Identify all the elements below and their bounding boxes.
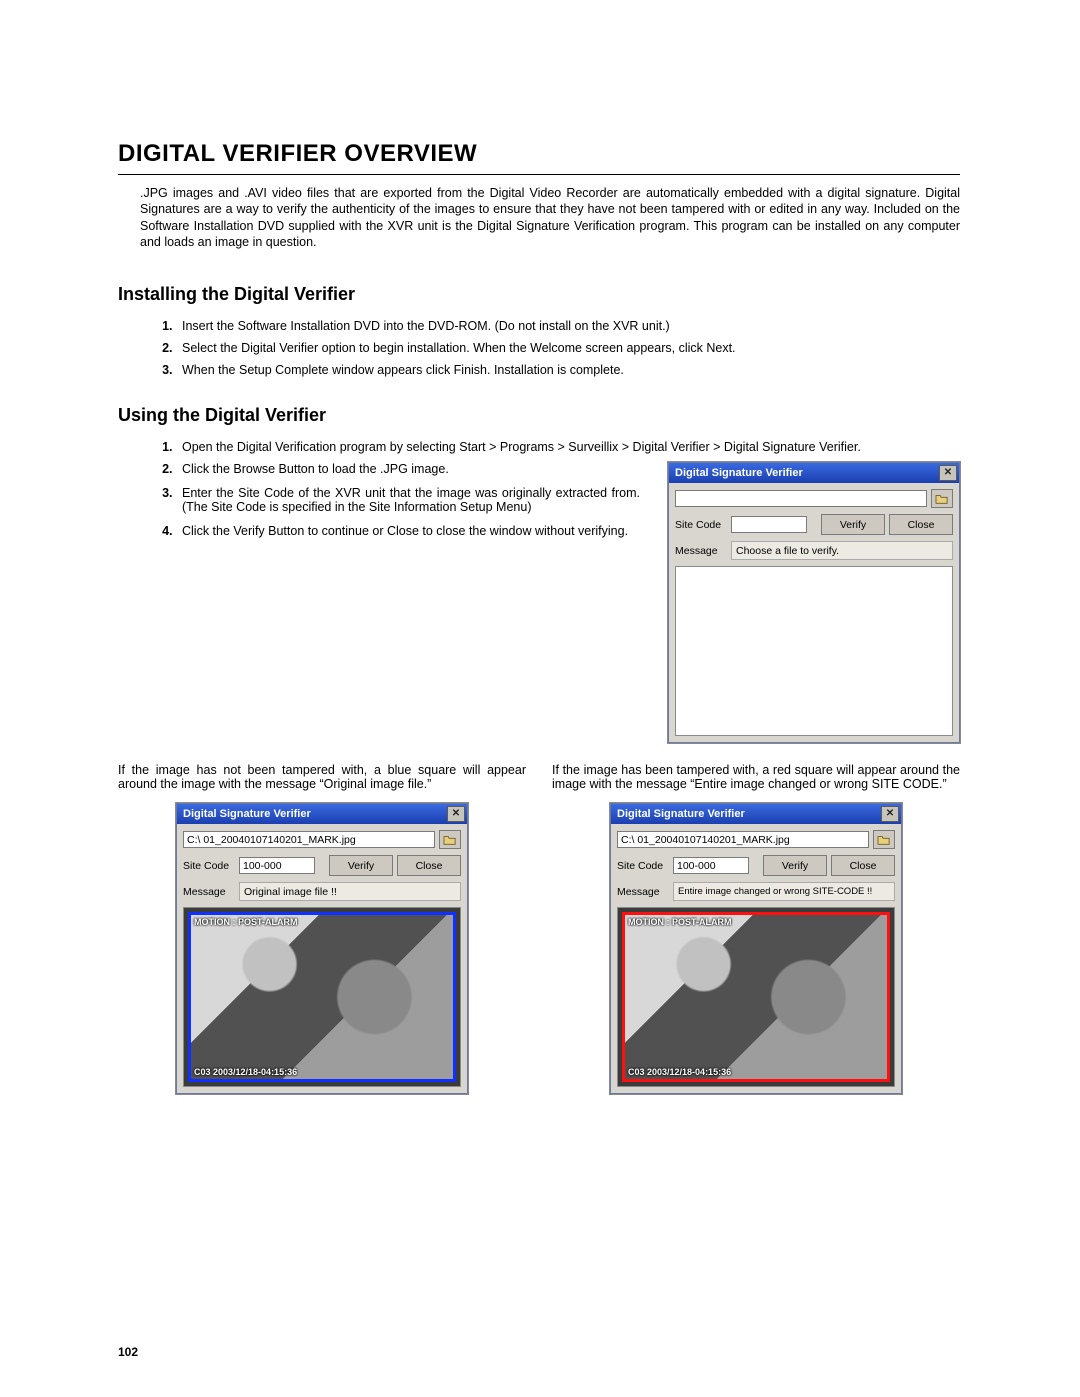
dialog-title: Digital Signature Verifier — [617, 808, 745, 820]
image-preview-tampered: MOTION : POST-ALARM C03 2003/12/18-04:15… — [617, 907, 895, 1087]
close-button[interactable]: Close — [889, 514, 953, 535]
using-steps-rest: Click the Browse Button to load the .JPG… — [118, 462, 640, 538]
page-title: DIGITAL VERIFIER OVERVIEW — [118, 140, 960, 168]
page-number: 102 — [118, 1345, 138, 1359]
verifier-dialog-empty: Digital Signature Verifier ✕ Site Code V… — [668, 462, 960, 743]
site-code-label: Site Code — [617, 860, 669, 872]
tampered-frame-indicator — [622, 912, 890, 1082]
dialog-titlebar: Digital Signature Verifier ✕ — [611, 804, 901, 824]
list-item: Click the Browse Button to load the .JPG… — [176, 462, 640, 476]
title-rule — [118, 174, 960, 175]
browse-button[interactable] — [439, 830, 461, 849]
browse-button[interactable] — [931, 489, 953, 508]
list-item: Select the Digital Verifier option to be… — [176, 341, 960, 355]
image-preview-empty — [675, 566, 953, 736]
dialog-titlebar: Digital Signature Verifier ✕ — [669, 463, 959, 483]
message-output: Original image file !! — [239, 882, 461, 901]
message-label: Message — [675, 545, 727, 557]
verify-button[interactable]: Verify — [821, 514, 885, 535]
path-input[interactable] — [675, 490, 927, 507]
overlay-top: MOTION : POST-ALARM — [194, 917, 298, 927]
overlay-bottom: C03 2003/12/18-04:15:36 — [628, 1067, 731, 1077]
list-item: Enter the Site Code of the XVR unit that… — [176, 486, 640, 514]
verify-button[interactable]: Verify — [763, 855, 827, 876]
valid-frame-indicator — [188, 912, 456, 1082]
site-code-input[interactable]: 100-000 — [673, 857, 749, 874]
close-icon[interactable]: ✕ — [881, 806, 899, 822]
using-steps-first: Open the Digital Verification program by… — [118, 440, 960, 454]
dialog-title: Digital Signature Verifier — [183, 808, 311, 820]
path-input[interactable]: C:\ 01_20040107140201_MARK.jpg — [183, 831, 435, 848]
document-page: DIGITAL VERIFIER OVERVIEW .JPG images an… — [0, 0, 1080, 1397]
close-button[interactable]: Close — [831, 855, 895, 876]
site-code-label: Site Code — [675, 519, 727, 531]
folder-open-icon — [877, 834, 891, 846]
section-heading-install: Installing the Digital Verifier — [118, 284, 960, 305]
install-steps-list: Insert the Software Installation DVD int… — [118, 319, 960, 377]
site-code-input[interactable]: 100-000 — [239, 857, 315, 874]
folder-open-icon — [443, 834, 457, 846]
message-output: Choose a file to verify. — [731, 541, 953, 560]
browse-button[interactable] — [873, 830, 895, 849]
verifier-dialog-valid: Digital Signature Verifier ✕ C:\ 01_2004… — [176, 803, 468, 1094]
close-icon[interactable]: ✕ — [939, 465, 957, 481]
path-input[interactable]: C:\ 01_20040107140201_MARK.jpg — [617, 831, 869, 848]
message-output: Entire image changed or wrong SITE-CODE … — [673, 882, 895, 901]
message-label: Message — [617, 886, 669, 898]
list-item: Click the Verify Button to continue or C… — [176, 524, 640, 538]
verifier-dialog-tampered: Digital Signature Verifier ✕ C:\ 01_2004… — [610, 803, 902, 1094]
list-item: Open the Digital Verification program by… — [176, 440, 960, 454]
list-item: Insert the Software Installation DVD int… — [176, 319, 960, 333]
section-heading-using: Using the Digital Verifier — [118, 405, 960, 426]
image-preview-valid: MOTION : POST-ALARM C03 2003/12/18-04:15… — [183, 907, 461, 1087]
list-item: When the Setup Complete window appears c… — [176, 363, 960, 377]
dialog-title: Digital Signature Verifier — [675, 467, 803, 479]
dialog-titlebar: Digital Signature Verifier ✕ — [177, 804, 467, 824]
close-icon[interactable]: ✕ — [447, 806, 465, 822]
site-code-input[interactable] — [731, 516, 807, 533]
overlay-top: MOTION : POST-ALARM — [628, 917, 732, 927]
folder-open-icon — [935, 493, 949, 505]
result-red-text: If the image has been tampered with, a r… — [552, 763, 960, 791]
result-blue-text: If the image has not been tampered with,… — [118, 763, 526, 791]
site-code-label: Site Code — [183, 860, 235, 872]
overlay-bottom: C03 2003/12/18-04:15:36 — [194, 1067, 297, 1077]
message-label: Message — [183, 886, 235, 898]
intro-paragraph: .JPG images and .AVI video files that ar… — [140, 185, 960, 250]
close-button[interactable]: Close — [397, 855, 461, 876]
verify-button[interactable]: Verify — [329, 855, 393, 876]
